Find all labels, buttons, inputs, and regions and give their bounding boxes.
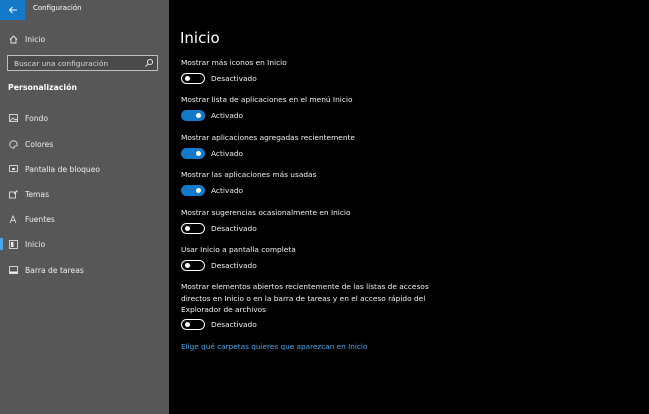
sidebar-item-fondo[interactable]: Fondo — [0, 107, 169, 129]
toggle-switch[interactable] — [181, 185, 205, 196]
setting-label: Mostrar más iconos en Inicio — [181, 58, 287, 67]
toggle-switch[interactable] — [181, 148, 205, 159]
back-button[interactable] — [0, 0, 25, 20]
toggle-state: Activado — [211, 186, 244, 195]
toggle-state: Desactivado — [211, 320, 257, 329]
setting-label: Mostrar lista de aplicaciones en el menú… — [181, 95, 353, 104]
sidebar-item-label: Pantalla de bloqueo — [25, 164, 101, 174]
toggle-knob — [184, 225, 190, 231]
sidebar-item-inicio[interactable]: Inicio — [0, 233, 169, 255]
app-title: Configuración — [33, 4, 82, 12]
toggle-knob — [184, 321, 190, 327]
toggle-state: Desactivado — [211, 261, 257, 270]
setting-label: Explorador de archivos — [181, 305, 267, 314]
sidebar-item-barra-de-tareas[interactable]: Barra de tareas — [0, 259, 169, 281]
sidebar-item-home[interactable]: Inicio — [0, 28, 169, 50]
toggle-state: Desactivado — [211, 74, 257, 83]
toggle-knob — [196, 150, 201, 156]
sidebar-item-label: Fuentes — [25, 214, 55, 224]
toggle-switch[interactable] — [181, 73, 205, 84]
setting-label: directos en Inicio o en la barra de tare… — [181, 293, 426, 303]
sidebar-item-label: Colores — [25, 139, 54, 149]
setting-label: Usar Inicio a pantalla completa — [181, 245, 296, 254]
back-arrow-icon — [8, 6, 17, 14]
sidebar-item-pantalla-de-bloqueo[interactable]: Pantalla de bloqueo — [0, 158, 169, 180]
toggle-knob — [196, 187, 201, 193]
setting-label: Mostrar las aplicaciones más usadas — [181, 170, 317, 179]
taskbar-icon — [8, 265, 18, 275]
start-icon — [8, 239, 18, 249]
image-icon — [8, 113, 18, 123]
section-label: Personalización — [8, 83, 78, 92]
toggle-switch[interactable] — [181, 110, 205, 121]
palette-icon — [8, 139, 18, 149]
sidebar: Configuración Inicio Personalización Fon… — [0, 0, 169, 414]
search-input[interactable] — [8, 56, 140, 70]
toggle-state: Desactivado — [211, 224, 257, 233]
setting-label: Mostrar sugerencias ocasionalmente en In… — [181, 208, 351, 217]
toggle-knob — [184, 262, 190, 268]
choose-folders-link[interactable]: Elige qué carpetas quieres que aparezcan… — [181, 342, 367, 351]
sidebar-item-label: Inicio — [25, 239, 46, 249]
sidebar-item-colores[interactable]: Colores — [0, 133, 169, 155]
setting-label: Mostrar elementos abiertos recientemente… — [181, 282, 429, 291]
toggle-switch[interactable] — [181, 223, 205, 234]
sidebar-item-fuentes[interactable]: Fuentes — [0, 208, 169, 230]
toggle-state: Activado — [211, 149, 244, 158]
setting-label: Mostrar aplicaciones agregadas recientem… — [181, 133, 355, 142]
toggle-switch[interactable] — [181, 319, 205, 330]
sidebar-item-temas[interactable]: Temas — [0, 183, 169, 205]
page-title: Inicio — [180, 29, 220, 47]
sidebar-item-label: Inicio — [25, 34, 46, 44]
title-bar: Configuración — [0, 0, 169, 20]
toggle-knob — [196, 112, 201, 118]
sidebar-item-label: Fondo — [25, 113, 49, 123]
sidebar-item-label: Temas — [25, 189, 50, 199]
home-icon — [8, 34, 18, 44]
search-box[interactable] — [7, 55, 158, 71]
lock-screen-icon — [8, 164, 18, 174]
toggle-switch[interactable] — [181, 260, 205, 271]
sidebar-item-label: Barra de tareas — [25, 265, 84, 275]
toggle-state: Activado — [211, 111, 244, 120]
toggle-knob — [184, 75, 190, 81]
search-icon[interactable] — [144, 58, 154, 68]
brush-icon — [8, 189, 18, 199]
font-icon — [8, 214, 18, 224]
